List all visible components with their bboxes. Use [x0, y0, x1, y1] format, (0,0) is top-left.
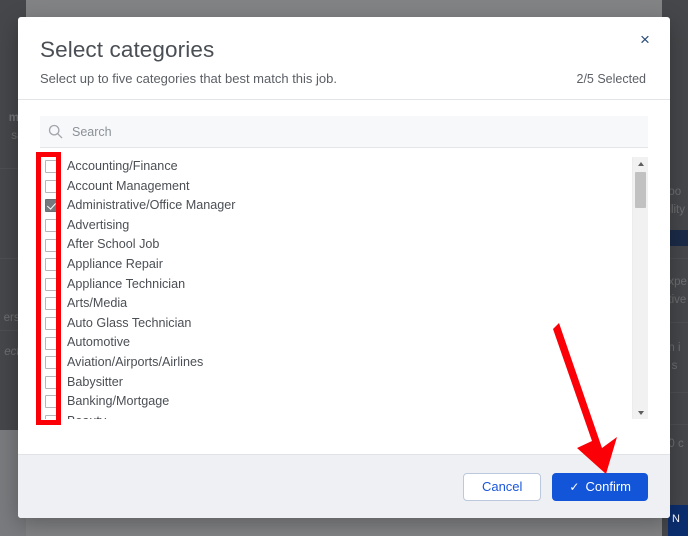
close-icon[interactable]: × [634, 28, 656, 50]
modal-footer: Cancel ✓ Confirm [18, 454, 670, 518]
search-bar[interactable] [40, 116, 648, 148]
search-icon [48, 124, 63, 139]
category-label[interactable]: Babysitter [67, 373, 123, 393]
category-label[interactable]: Automotive [67, 333, 130, 353]
check-icon: ✓ [569, 479, 580, 494]
triangle-down-icon[interactable] [633, 406, 648, 419]
category-checkbox[interactable] [45, 238, 58, 252]
search-input[interactable] [72, 116, 640, 147]
category-label[interactable]: Beauty [67, 412, 106, 419]
list-item[interactable]: Appliance Repair [40, 255, 632, 275]
list-item[interactable]: Beauty [40, 412, 632, 419]
subtitle-row: Select up to five categories that best m… [40, 70, 646, 88]
list-item[interactable]: Auto Glass Technician [40, 314, 632, 334]
list-item[interactable]: After School Job [40, 235, 632, 255]
category-label[interactable]: Appliance Technician [67, 275, 185, 295]
triangle-up-icon[interactable] [633, 157, 648, 170]
category-checkbox[interactable] [45, 395, 58, 409]
cancel-button[interactable]: Cancel [462, 472, 542, 501]
list-item[interactable]: Account Management [40, 177, 632, 197]
category-label[interactable]: Appliance Repair [67, 255, 163, 275]
category-label[interactable]: Aviation/Airports/Airlines [67, 353, 203, 373]
confirm-button-label: Confirm [585, 479, 631, 494]
list-item[interactable]: Advertising [40, 216, 632, 236]
category-label[interactable]: Banking/Mortgage [67, 392, 169, 412]
category-label[interactable]: Auto Glass Technician [67, 314, 191, 334]
category-label[interactable]: Account Management [67, 177, 190, 197]
select-categories-modal: Select categories Select up to five cate… [18, 17, 670, 518]
modal-body: Accounting/FinanceAccount ManagementAdmi… [18, 100, 670, 454]
modal-subtitle: Select up to five categories that best m… [40, 71, 337, 86]
category-checkbox[interactable] [45, 219, 58, 233]
list-item[interactable]: Administrative/Office Manager [40, 196, 632, 216]
scrollbar-thumb[interactable] [634, 172, 646, 208]
category-label[interactable]: Administrative/Office Manager [67, 196, 235, 216]
page-title: Select categories [40, 37, 215, 62]
category-checkbox[interactable] [45, 356, 58, 370]
category-checkbox[interactable] [45, 415, 58, 419]
background-nav-button-label: N [672, 513, 680, 525]
list-item[interactable]: Automotive [40, 333, 632, 353]
category-list-region: Accounting/Finance Account Management Admi… [40, 157, 648, 454]
list-item[interactable]: Babysitter [40, 373, 632, 393]
category-list[interactable]: Accounting/Finance Account Management Admi… [40, 157, 632, 419]
category-label[interactable]: Arts/Media [67, 294, 127, 314]
category-checkbox[interactable] [45, 317, 58, 331]
category-checkbox[interactable] [45, 277, 58, 291]
category-checkbox[interactable] [45, 297, 58, 311]
list-item[interactable]: Appliance Technician [40, 275, 632, 295]
modal-header: Select categories Select up to five cate… [18, 17, 670, 99]
category-label[interactable]: Advertising [67, 216, 129, 236]
confirm-button[interactable]: ✓ Confirm [552, 472, 648, 501]
list-item[interactable]: Accounting/Finance [40, 157, 632, 177]
background-nav-button[interactable]: N [668, 505, 688, 536]
selected-count-badge: 2/5 Selected [576, 72, 647, 86]
category-label[interactable]: After School Job [67, 235, 159, 255]
category-checkbox[interactable] [45, 160, 58, 174]
category-checkbox[interactable] [45, 336, 58, 350]
list-item[interactable]: Arts/Media [40, 294, 632, 314]
category-checkbox[interactable] [45, 179, 58, 193]
list-scrollbar[interactable] [632, 157, 648, 419]
category-checkbox[interactable] [45, 375, 58, 389]
list-item[interactable]: Aviation/Airports/Airlines [40, 353, 632, 373]
category-checkbox[interactable] [45, 258, 58, 272]
category-checkbox[interactable] [45, 199, 58, 213]
list-item[interactable]: Banking/Mortgage [40, 392, 632, 412]
category-label[interactable]: Accounting/Finance [67, 157, 178, 177]
